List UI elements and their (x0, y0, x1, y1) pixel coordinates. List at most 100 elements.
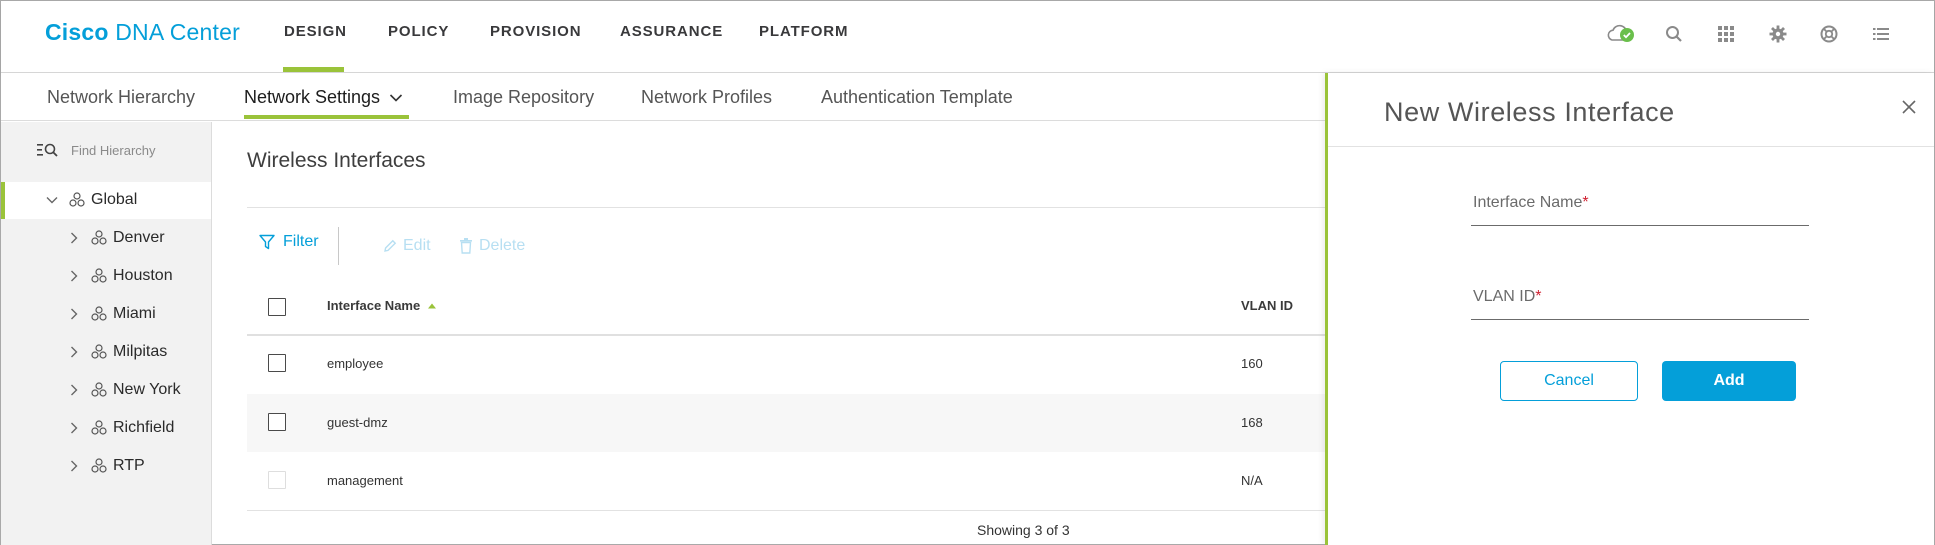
site-group-icon (91, 344, 107, 359)
vlan-id-field[interactable]: VLAN ID* (1471, 284, 1809, 320)
table-bottom-divider (247, 510, 1327, 511)
trash-icon (460, 238, 472, 254)
tree-item-denver[interactable]: Denver (67, 229, 165, 247)
chevron-right-icon[interactable] (67, 231, 81, 245)
nav-assurance[interactable]: ASSURANCE (620, 23, 723, 40)
row-checkbox-disabled (268, 471, 286, 489)
subnav-active-indicator (244, 115, 409, 119)
chevron-down-icon (389, 93, 403, 102)
delete-button[interactable]: Delete (459, 237, 525, 255)
gear-icon[interactable] (1763, 19, 1793, 49)
tree-item-milpitas[interactable]: Milpitas (67, 343, 167, 361)
apps-grid-icon[interactable] (1711, 19, 1741, 49)
chevron-right-icon[interactable] (67, 307, 81, 321)
help-icon[interactable] (1814, 19, 1844, 49)
tree-item-miami[interactable]: Miami (67, 305, 156, 323)
site-group-icon (91, 268, 107, 283)
tree-item-houston[interactable]: Houston (67, 267, 173, 285)
find-hierarchy-placeholder: Find Hierarchy (71, 142, 156, 158)
new-wireless-interface-panel: New Wireless Interface Interface Name* V… (1325, 73, 1934, 545)
site-group-icon (69, 192, 85, 207)
select-all-checkbox[interactable] (268, 298, 286, 316)
tree-item-label: Miami (113, 305, 156, 322)
vlan-id-label: VLAN ID* (1473, 288, 1541, 306)
pencil-icon (384, 239, 397, 252)
nav-design[interactable]: DESIGN (284, 23, 347, 40)
cell-vlan-id: 168 (1241, 415, 1263, 430)
site-group-icon (91, 230, 107, 245)
interface-name-label-text: Interface Name (1473, 194, 1583, 211)
cell-vlan-id: N/A (1241, 473, 1263, 488)
sort-ascending-icon (428, 303, 437, 308)
tree-item-label: RTP (113, 457, 145, 474)
nav-platform[interactable]: PLATFORM (759, 23, 848, 40)
edit-button[interactable]: Edit (383, 237, 431, 255)
required-mark: * (1535, 288, 1542, 305)
chevron-right-icon[interactable] (67, 459, 81, 473)
cell-interface-name: management (327, 473, 403, 488)
search-icon[interactable] (1659, 19, 1689, 49)
interface-name-field[interactable]: Interface Name* (1471, 190, 1809, 226)
filter-search-icon (37, 143, 58, 157)
tree-item-new-york[interactable]: New York (67, 381, 181, 399)
table-row (247, 394, 1327, 452)
nav-active-indicator (283, 67, 344, 72)
find-hierarchy-search[interactable]: Find Hierarchy (37, 142, 156, 158)
tree-item-label: Milpitas (113, 343, 168, 360)
cancel-button[interactable]: Cancel (1500, 361, 1638, 401)
tab-authentication-template[interactable]: Authentication Template (821, 87, 1013, 108)
chevron-right-icon[interactable] (67, 345, 81, 359)
brand-light: DNA Center (115, 19, 240, 45)
table-row (247, 452, 1327, 510)
edit-label: Edit (403, 237, 431, 254)
top-header: Cisco DNA Center DESIGN POLICY PROVISION… (1, 1, 1934, 73)
tree-item-label: New York (113, 381, 181, 398)
page-title: Wireless Interfaces (247, 149, 426, 172)
interface-name-label: Interface Name* (1473, 194, 1589, 212)
chevron-down-icon[interactable] (45, 193, 59, 207)
cell-vlan-id: 160 (1241, 356, 1263, 371)
nav-provision[interactable]: PROVISION (490, 23, 581, 40)
filter-label: Filter (283, 233, 319, 250)
row-checkbox[interactable] (268, 354, 286, 372)
tab-network-settings[interactable]: Network Settings (244, 87, 403, 108)
toolbar-separator (338, 227, 339, 265)
panel-title: New Wireless Interface (1384, 97, 1675, 127)
add-button[interactable]: Add (1662, 361, 1796, 401)
site-group-icon (91, 458, 107, 473)
chevron-right-icon[interactable] (67, 421, 81, 435)
filter-button[interactable]: Filter (259, 233, 319, 251)
site-group-icon (91, 306, 107, 321)
tree-item-label: Denver (113, 229, 165, 246)
tab-image-repository[interactable]: Image Repository (453, 87, 594, 108)
cloud-status-icon[interactable] (1606, 19, 1636, 49)
brand-logo[interactable]: Cisco DNA Center (45, 19, 240, 46)
required-mark: * (1582, 194, 1589, 211)
sub-navigation: Network Hierarchy Network Settings Image… (1, 73, 1326, 121)
column-header-label: Interface Name (327, 298, 421, 313)
title-divider (247, 207, 1327, 208)
chevron-right-icon[interactable] (67, 383, 81, 397)
site-group-icon (91, 382, 107, 397)
panel-divider (1328, 146, 1934, 147)
nav-policy[interactable]: POLICY (388, 23, 449, 40)
site-group-icon (91, 420, 107, 435)
tab-network-settings-label: Network Settings (244, 87, 381, 107)
close-icon[interactable] (1899, 97, 1919, 117)
brand-bold: Cisco (45, 19, 109, 45)
filter-icon (259, 234, 275, 250)
chevron-right-icon[interactable] (67, 269, 81, 283)
tab-network-profiles[interactable]: Network Profiles (641, 87, 772, 108)
cell-interface-name: guest-dmz (327, 415, 388, 430)
tree-item-global-label: Global (91, 191, 138, 208)
menu-list-icon[interactable] (1866, 19, 1896, 49)
row-checkbox[interactable] (268, 413, 286, 431)
tree-item-global[interactable]: Global (45, 191, 137, 209)
tree-item-rtp[interactable]: RTP (67, 457, 145, 475)
delete-label: Delete (479, 237, 526, 254)
cell-interface-name: employee (327, 356, 384, 371)
column-header-vlan-id[interactable]: VLAN ID (1241, 298, 1293, 313)
column-header-interface-name[interactable]: Interface Name (327, 298, 437, 313)
tab-network-hierarchy[interactable]: Network Hierarchy (47, 87, 195, 108)
tree-item-richfield[interactable]: Richfield (67, 419, 174, 437)
